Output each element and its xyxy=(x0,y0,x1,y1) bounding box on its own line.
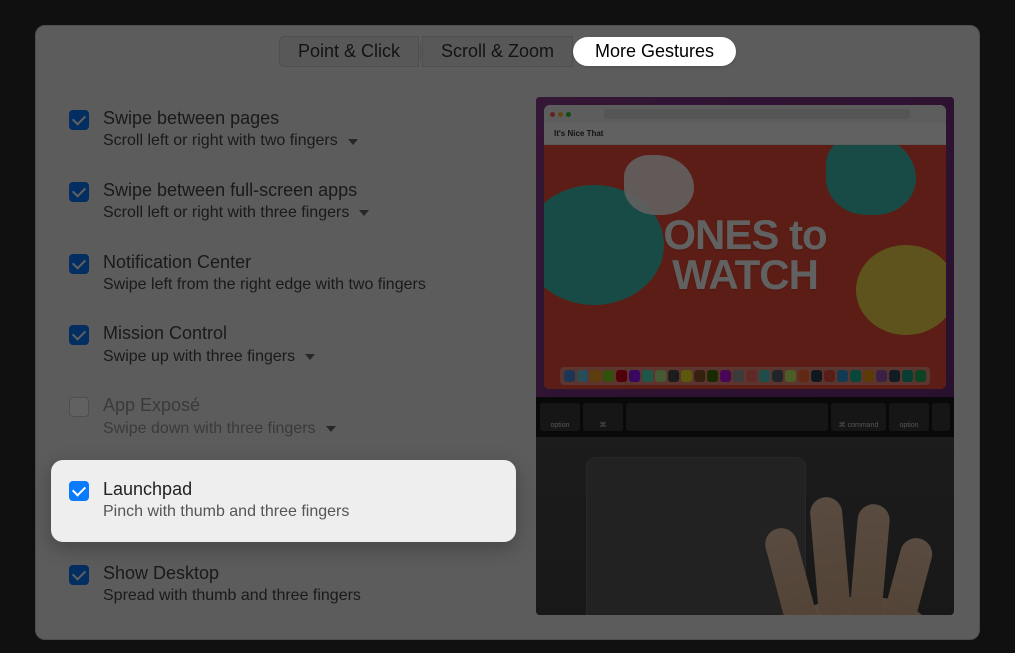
dock-app-icon xyxy=(668,370,679,382)
abstract-shape-icon xyxy=(624,155,694,215)
dock-app-icon xyxy=(837,370,848,382)
dock-app-icon xyxy=(824,370,835,382)
dock-app-icon xyxy=(811,370,822,382)
dock-app-icon xyxy=(642,370,653,382)
dock-app-icon xyxy=(629,370,640,382)
option-title: Launchpad xyxy=(103,478,349,501)
traffic-light-minimize-icon xyxy=(558,112,563,117)
option-mission-control[interactable]: Mission Control Swipe up with three fing… xyxy=(61,312,516,384)
gesture-preview-column: It's Nice That ONES to WATCH xyxy=(536,97,956,623)
dock-app-icon xyxy=(915,370,926,382)
option-title: App Exposé xyxy=(103,394,336,417)
touchbar-key: option xyxy=(540,403,580,431)
option-launchpad[interactable]: Launchpad Pinch with thumb and three fin… xyxy=(51,460,516,542)
abstract-shape-icon xyxy=(856,245,946,335)
dock-app-icon xyxy=(785,370,796,382)
dock-app-icon xyxy=(759,370,770,382)
option-title: Notification Center xyxy=(103,251,426,274)
preview-touchbar: option ⌘ ⌘ command option xyxy=(536,397,954,437)
dock-app-icon xyxy=(772,370,783,382)
dock-app-icon xyxy=(863,370,874,382)
dock-app-icon xyxy=(876,370,887,382)
dock-app-icon xyxy=(681,370,692,382)
tab-more-gestures[interactable]: More Gestures xyxy=(573,37,736,66)
checkbox-show-desktop[interactable] xyxy=(69,565,89,585)
option-subtitle: Swipe left from the right edge with two … xyxy=(103,274,426,296)
option-subtitle: Pinch with thumb and three fingers xyxy=(103,501,349,523)
dock-app-icon xyxy=(616,370,627,382)
chevron-down-icon xyxy=(305,354,315,360)
preview-site-header: It's Nice That xyxy=(544,123,946,145)
option-swipe-fullscreen-apps[interactable]: Swipe between full-screen apps Scroll le… xyxy=(61,169,516,241)
dock-app-icon xyxy=(603,370,614,382)
option-subtitle-dropdown[interactable]: Scroll left or right with two fingers xyxy=(103,130,358,152)
checkbox-notification-center[interactable] xyxy=(69,254,89,274)
option-subtitle: Spread with thumb and three fingers xyxy=(103,585,361,607)
trackpad-preferences-panel: Point & Click Scroll & Zoom More Gesture… xyxy=(35,25,980,640)
preview-url-bar xyxy=(604,109,910,119)
dock-app-icon xyxy=(707,370,718,382)
traffic-light-close-icon xyxy=(550,112,555,117)
preview-hand-icon xyxy=(714,477,954,615)
dock-app-icon xyxy=(798,370,809,382)
dock-app-icon xyxy=(720,370,731,382)
option-swipe-between-pages[interactable]: Swipe between pages Scroll left or right… xyxy=(61,97,516,169)
dock-app-icon xyxy=(564,370,575,382)
option-title: Swipe between pages xyxy=(103,107,358,130)
touchbar-key: ⌘ xyxy=(583,403,623,431)
touchbar-key: option xyxy=(889,403,929,431)
checkbox-launchpad[interactable] xyxy=(69,481,89,501)
touchbar-key xyxy=(932,403,950,431)
option-show-desktop[interactable]: Show Desktop Spread with thumb and three… xyxy=(61,552,516,624)
chevron-down-icon xyxy=(348,139,358,145)
preview-laptop-screen: It's Nice That ONES to WATCH xyxy=(536,97,954,397)
chevron-down-icon xyxy=(326,426,336,432)
traffic-light-zoom-icon xyxy=(566,112,571,117)
checkbox-mission-control[interactable] xyxy=(69,325,89,345)
dock-app-icon xyxy=(746,370,757,382)
option-app-expose[interactable]: App Exposé Swipe down with three fingers xyxy=(61,384,516,456)
tab-separator xyxy=(420,43,421,61)
dock-app-icon xyxy=(733,370,744,382)
abstract-shape-icon xyxy=(826,145,916,215)
preview-site-name: It's Nice That xyxy=(554,129,603,138)
option-title: Swipe between full-screen apps xyxy=(103,179,369,202)
preview-hero-area: ONES to WATCH xyxy=(544,145,946,389)
option-title: Show Desktop xyxy=(103,562,361,585)
checkbox-app-expose[interactable] xyxy=(69,397,89,417)
option-notification-center[interactable]: Notification Center Swipe left from the … xyxy=(61,241,516,313)
preview-browser-window: It's Nice That ONES to WATCH xyxy=(544,105,946,389)
gesture-options-column: Swipe between pages Scroll left or right… xyxy=(36,97,516,623)
dock-app-icon xyxy=(590,370,601,382)
dock-app-icon xyxy=(577,370,588,382)
touchbar-key: ⌘ command xyxy=(831,403,886,431)
preview-trackpad-area xyxy=(536,437,954,615)
option-subtitle-dropdown[interactable]: Scroll left or right with three fingers xyxy=(103,202,369,224)
tab-bar: Point & Click Scroll & Zoom More Gesture… xyxy=(36,36,979,67)
option-subtitle-dropdown[interactable]: Swipe up with three fingers xyxy=(103,346,315,368)
content-area: Swipe between pages Scroll left or right… xyxy=(36,67,979,623)
tab-point-click[interactable]: Point & Click xyxy=(279,36,419,67)
checkbox-swipe-fullscreen-apps[interactable] xyxy=(69,182,89,202)
dock-app-icon xyxy=(694,370,705,382)
tab-scroll-zoom[interactable]: Scroll & Zoom xyxy=(422,36,573,67)
preview-hero-text: ONES to WATCH xyxy=(663,215,826,295)
option-subtitle-dropdown[interactable]: Swipe down with three fingers xyxy=(103,418,336,440)
touchbar-spacer xyxy=(626,403,828,431)
chevron-down-icon xyxy=(359,210,369,216)
dock-app-icon xyxy=(902,370,913,382)
preview-browser-chrome xyxy=(544,105,946,123)
preview-dock xyxy=(560,367,930,385)
dock-app-icon xyxy=(889,370,900,382)
checkbox-swipe-between-pages[interactable] xyxy=(69,110,89,130)
dock-app-icon xyxy=(655,370,666,382)
dock-app-icon xyxy=(850,370,861,382)
option-title: Mission Control xyxy=(103,322,315,345)
gesture-preview-video: It's Nice That ONES to WATCH xyxy=(536,97,954,615)
